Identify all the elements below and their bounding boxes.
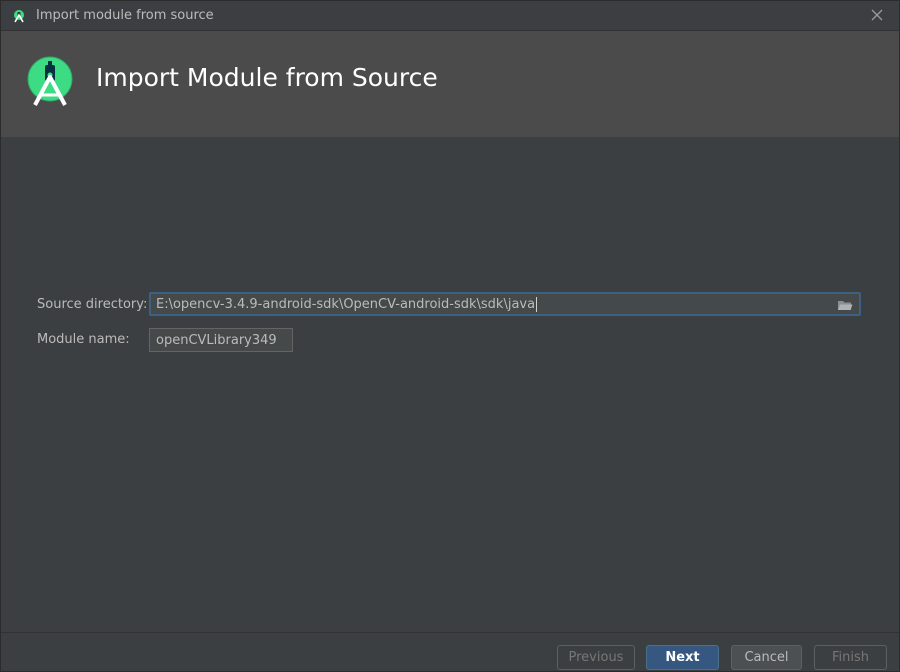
title-bar: Import module from source xyxy=(1,1,899,31)
android-studio-logo xyxy=(24,55,76,107)
source-directory-value-wrap: E:\opencv-3.4.9-android-sdk\OpenCV-andro… xyxy=(156,296,837,312)
previous-button[interactable]: Previous xyxy=(557,645,635,670)
source-directory-label: Source directory: xyxy=(37,297,148,312)
dialog-header: Import Module from Source xyxy=(1,31,899,137)
window-title: Import module from source xyxy=(36,8,214,23)
module-name-value: openCVLibrary349 xyxy=(156,332,277,348)
close-icon[interactable] xyxy=(869,7,885,23)
next-button[interactable]: Next xyxy=(646,645,719,670)
source-directory-input[interactable]: E:\opencv-3.4.9-android-sdk\OpenCV-andro… xyxy=(149,292,861,316)
source-directory-row: Source directory: xyxy=(37,297,149,312)
import-module-dialog: Import module from source Import Module … xyxy=(0,0,900,672)
android-studio-icon xyxy=(12,9,26,23)
module-name-input[interactable]: openCVLibrary349 xyxy=(149,328,293,352)
finish-button[interactable]: Finish xyxy=(814,645,887,670)
folder-icon[interactable] xyxy=(837,297,853,311)
text-caret xyxy=(536,296,538,312)
module-name-row: Module name: xyxy=(37,332,149,347)
cancel-button[interactable]: Cancel xyxy=(731,645,802,670)
page-title: Import Module from Source xyxy=(96,63,438,92)
source-directory-value: E:\opencv-3.4.9-android-sdk\OpenCV-andro… xyxy=(156,296,536,312)
module-name-label: Module name: xyxy=(37,332,130,347)
bottom-divider xyxy=(1,632,899,633)
